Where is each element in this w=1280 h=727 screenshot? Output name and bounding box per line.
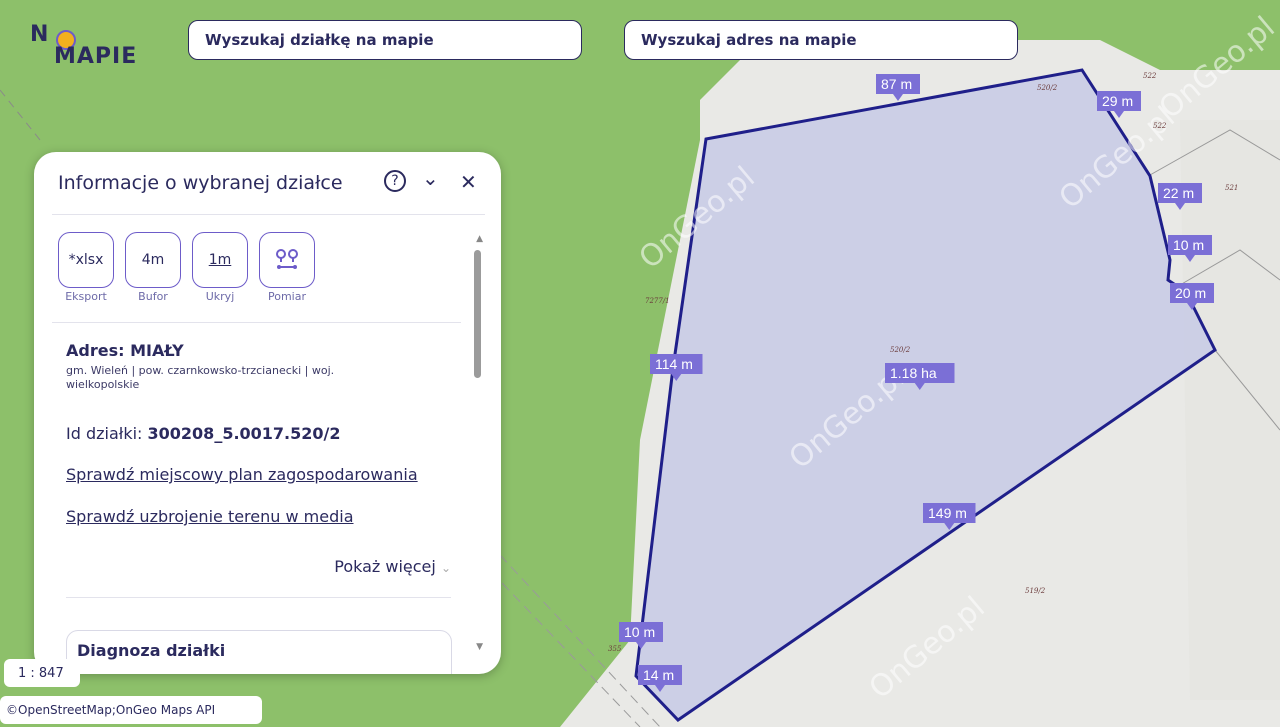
parcel-id-value: 300208_5.0017.520/2 bbox=[147, 424, 341, 443]
address-heading: Adres: MIAŁY bbox=[66, 341, 184, 360]
buffer-icon: 4m bbox=[125, 232, 181, 288]
hide-label: Ukryj bbox=[205, 290, 235, 303]
svg-text:22 m: 22 m bbox=[1163, 185, 1194, 201]
scrollbar[interactable] bbox=[474, 250, 481, 378]
app-logo[interactable]: N MAPIE bbox=[30, 22, 160, 77]
buffer-label: Bufor bbox=[138, 290, 168, 303]
svg-text:114 m: 114 m bbox=[655, 356, 693, 372]
address-search-input[interactable]: Wyszukaj adres na mapie bbox=[624, 20, 1018, 60]
parcel-number-label: 522 bbox=[1143, 72, 1157, 80]
chevron-down-icon[interactable]: ⌄ bbox=[422, 166, 439, 190]
scroll-up-icon[interactable]: ▲ bbox=[476, 234, 483, 244]
parcel-number-label: 522 bbox=[1153, 122, 1167, 130]
svg-text:1.18 ha: 1.18 ha bbox=[890, 365, 937, 381]
parcel-search-input[interactable]: Wyszukaj działkę na mapie bbox=[188, 20, 582, 60]
svg-text:29 m: 29 m bbox=[1102, 93, 1133, 109]
chevron-down-icon: ⌄ bbox=[440, 561, 451, 575]
parcel-number-label: 520/2 bbox=[890, 346, 911, 354]
address-detail: gm. Wieleń | pow. czarnkowsko-trzcianeck… bbox=[66, 364, 335, 391]
buffer-button[interactable]: 4m Bufor bbox=[125, 232, 181, 303]
diagnosis-section[interactable]: Diagnoza działki bbox=[66, 630, 452, 674]
zoning-plan-link[interactable]: Sprawdź miejscowy plan zagospodarowania bbox=[66, 465, 418, 484]
svg-text:10 m: 10 m bbox=[624, 624, 655, 640]
svg-text:14 m: 14 m bbox=[643, 667, 674, 683]
panel-title: Informacje o wybranej działce bbox=[58, 172, 343, 194]
scroll-down-icon[interactable]: ▼ bbox=[476, 642, 483, 652]
measure-pins-icon bbox=[259, 232, 315, 288]
export-xlsx-icon: *xlsx bbox=[58, 232, 114, 288]
terrain-area bbox=[1180, 120, 1280, 700]
svg-text:87 m: 87 m bbox=[881, 76, 912, 92]
close-icon[interactable]: ✕ bbox=[460, 170, 477, 194]
export-button[interactable]: *xlsx Eksport bbox=[58, 232, 114, 303]
parcel-number-label: 355 bbox=[608, 645, 622, 653]
divider bbox=[52, 214, 485, 215]
utilities-link[interactable]: Sprawdź uzbrojenie terenu w media bbox=[66, 507, 354, 526]
divider bbox=[52, 322, 461, 323]
parcel-info-panel: Informacje o wybranej działce ? ⌄ ✕ *xls… bbox=[34, 152, 501, 674]
logo-text: N bbox=[30, 22, 50, 47]
svg-text:149 m: 149 m bbox=[928, 505, 967, 521]
map-scale: 1 : 847 bbox=[4, 659, 80, 687]
measure-label: Pomiar bbox=[267, 290, 306, 303]
parcel-id-label: Id działki: bbox=[66, 424, 143, 443]
show-more-button[interactable]: Pokaż więcej ⌄ bbox=[334, 557, 451, 576]
help-icon[interactable]: ? bbox=[384, 170, 406, 192]
svg-text:20 m: 20 m bbox=[1175, 285, 1206, 301]
hide-ruler-icon: 1m bbox=[192, 232, 248, 288]
divider bbox=[66, 597, 451, 598]
measure-button[interactable]: Pomiar bbox=[259, 232, 315, 303]
show-more-label: Pokaż więcej bbox=[334, 557, 436, 576]
parcel-number-label: 519/2 bbox=[1025, 587, 1046, 595]
hide-button[interactable]: 1m Ukryj bbox=[192, 232, 248, 303]
export-label: Eksport bbox=[65, 290, 107, 303]
map-attribution[interactable]: ©OpenStreetMap;OnGeo Maps API bbox=[0, 696, 262, 724]
svg-text:10 m: 10 m bbox=[1173, 237, 1204, 253]
parcel-number-label: 520/2 bbox=[1037, 84, 1058, 92]
parcel-number-label: 521 bbox=[1225, 184, 1238, 192]
logo-text: MAPIE bbox=[54, 44, 138, 69]
parcel-number-label: 7277/1 bbox=[645, 297, 670, 305]
diagnosis-title: Diagnoza działki bbox=[77, 641, 226, 660]
parcel-id: Id działki: 300208_5.0017.520/2 bbox=[66, 424, 341, 443]
